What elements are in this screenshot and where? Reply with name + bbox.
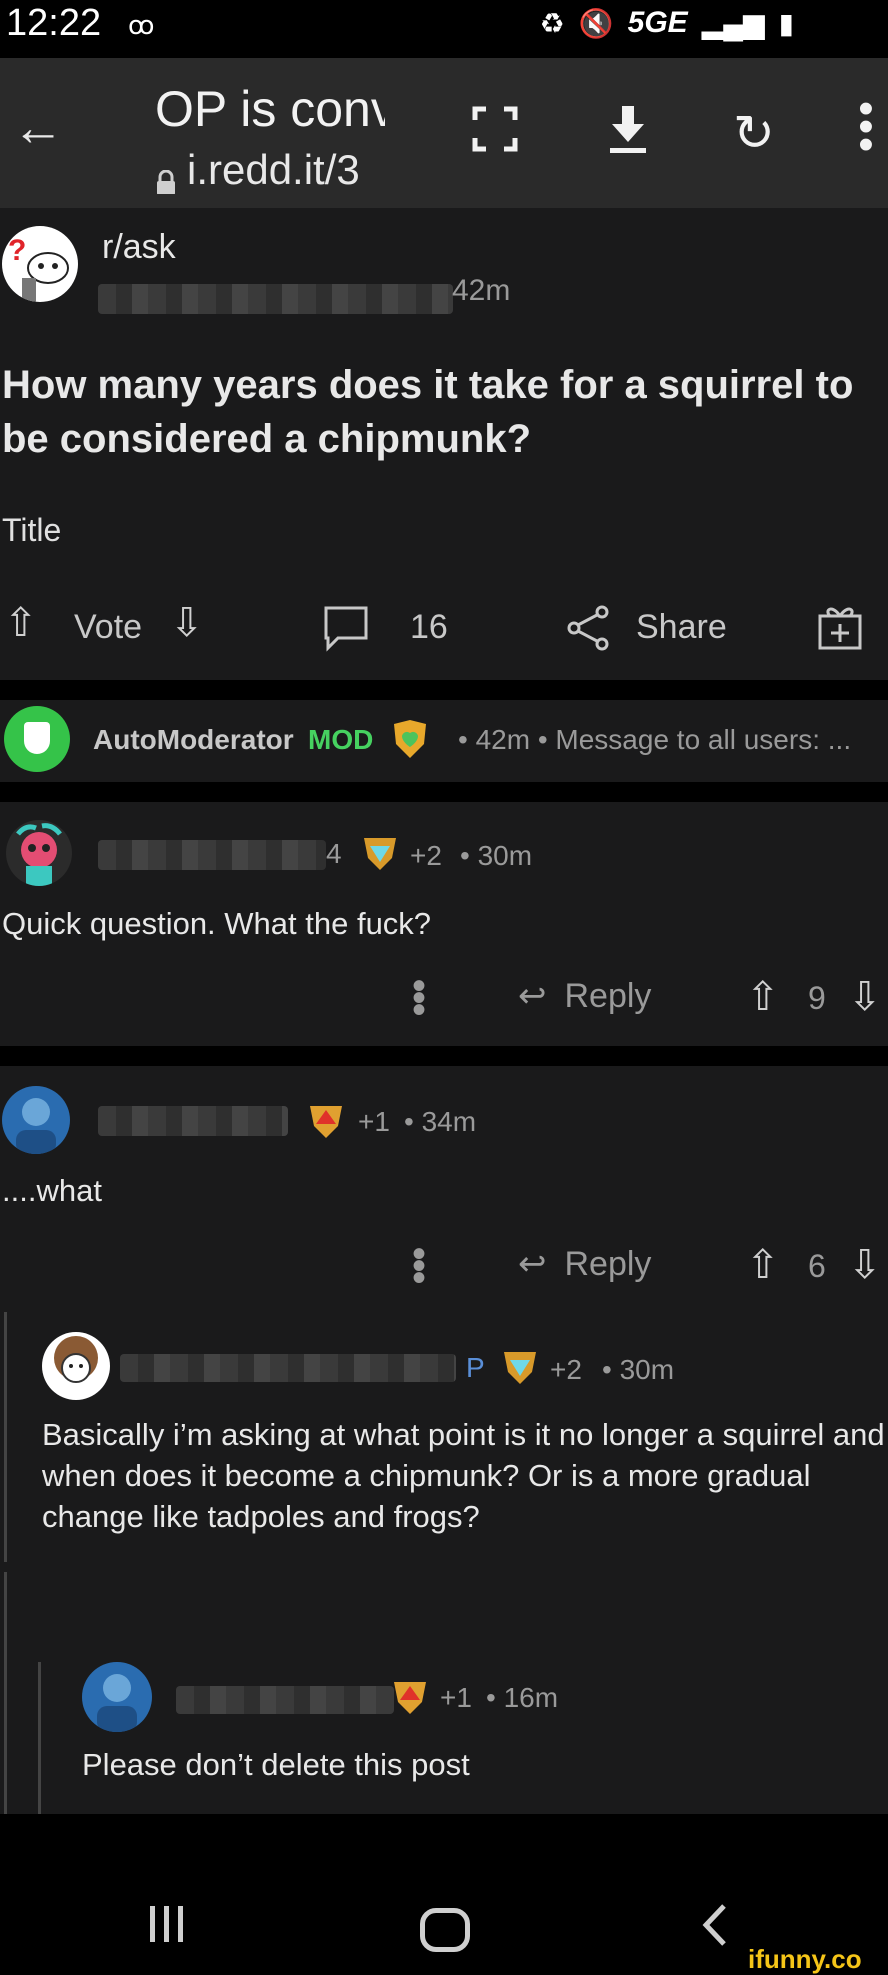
- comment-time: • 30m: [460, 840, 533, 871]
- svg-text:?: ?: [8, 234, 26, 267]
- url-bar[interactable]: i.redd.it/3: [155, 146, 390, 194]
- status-time: 12:22: [6, 2, 102, 44]
- downvote-icon[interactable]: ⇩: [170, 600, 204, 646]
- user-avatar[interactable]: [42, 1332, 110, 1400]
- subreddit-name[interactable]: r/ask: [102, 228, 176, 267]
- reply-arrow-icon: ↩: [518, 977, 547, 1015]
- fullscreen-icon[interactable]: [472, 106, 518, 152]
- user-avatar[interactable]: [2, 1086, 70, 1154]
- award-count: +2: [550, 1354, 582, 1385]
- page-title: OP is conv: [155, 81, 385, 137]
- post-author-redacted[interactable]: [98, 284, 453, 314]
- username-redacted[interactable]: [176, 1686, 394, 1714]
- comment-time: • 16m: [486, 1682, 559, 1713]
- voicemail-icon: ꝏ: [128, 10, 155, 40]
- comment-text: Please don’t delete this post: [82, 1747, 470, 1782]
- thread-line: [38, 1662, 41, 1814]
- reload-icon[interactable]: ↻: [733, 104, 775, 162]
- vote-label: Vote: [74, 608, 143, 646]
- award-icon: [364, 838, 396, 870]
- upvote-icon[interactable]: ⇧: [4, 600, 38, 646]
- more-options-icon[interactable]: •••: [412, 966, 426, 1030]
- reply-arrow-icon: ↩: [518, 1245, 547, 1283]
- username-suffix: 4: [326, 838, 342, 869]
- reply-button[interactable]: ↩ Reply: [518, 1244, 651, 1284]
- user-avatar[interactable]: [6, 820, 72, 886]
- signal-icon: ▂▄▆: [701, 7, 765, 39]
- award-gift-icon[interactable]: [816, 602, 864, 652]
- award-icon: [504, 1352, 536, 1384]
- award-count: +1: [440, 1682, 472, 1713]
- username-redacted[interactable]: [98, 840, 326, 870]
- back-arrow-icon[interactable]: ←: [12, 98, 64, 158]
- downvote-icon[interactable]: ⇩: [848, 974, 882, 1020]
- comment-text: Basically i’m asking at what point is it…: [42, 1417, 885, 1534]
- comment-score: 9: [808, 980, 826, 1016]
- post-title: How many years does it take for a squirr…: [2, 363, 854, 461]
- thread-line: [4, 1572, 7, 1814]
- post-time: 42m: [452, 274, 511, 307]
- status-icons: ♻ 🔇 5GE ▂▄▆ ▮: [540, 4, 794, 42]
- lock-icon: [155, 158, 177, 194]
- shield-icon: [24, 722, 50, 754]
- thread-line: [4, 1312, 7, 1562]
- award-icon: [310, 1106, 342, 1138]
- comment-time: • 34m: [404, 1106, 477, 1137]
- flair-badge-icon: [394, 720, 426, 758]
- battery-icon: ▮: [778, 7, 794, 39]
- home-icon[interactable]: [420, 1908, 470, 1952]
- watermark-logo: ifunny.co: [748, 1944, 862, 1974]
- upvote-icon[interactable]: ⇧: [746, 1242, 780, 1288]
- subreddit-avatar[interactable]: ?: [2, 226, 78, 302]
- reply-button[interactable]: ↩ Reply: [518, 976, 651, 1016]
- mute-icon: 🔇: [578, 7, 614, 39]
- more-options-icon[interactable]: •••: [412, 1234, 426, 1298]
- share-icon[interactable]: [564, 604, 612, 652]
- reply-label: Reply: [564, 976, 652, 1015]
- username-redacted[interactable]: [98, 1106, 288, 1136]
- comment-text: Quick question. What the fuck?: [2, 906, 432, 941]
- share-label[interactable]: Share: [636, 608, 727, 647]
- comment-time: • 30m: [602, 1354, 675, 1385]
- upvote-icon[interactable]: ⇧: [746, 974, 780, 1020]
- username-suffix: P: [466, 1352, 485, 1383]
- award-count: +2: [410, 840, 442, 871]
- comment-count: 16: [410, 608, 448, 646]
- automoderator-name[interactable]: AutoModerator: [93, 724, 294, 756]
- post-body: Title: [2, 512, 62, 548]
- mod-badge: MOD: [308, 724, 374, 755]
- automoderator-meta: • 42m • Message to all users: ...: [458, 724, 852, 755]
- network-type: 5GE: [627, 6, 688, 39]
- recycle-icon: ♻: [539, 7, 565, 39]
- nav-back-icon[interactable]: [700, 1902, 728, 1948]
- downvote-icon[interactable]: ⇩: [848, 1242, 882, 1288]
- recent-apps-icon[interactable]: [150, 1906, 194, 1942]
- comment-text: ....what: [2, 1173, 102, 1208]
- more-vert-icon[interactable]: • • •: [858, 87, 874, 167]
- comment-score: 6: [808, 1248, 826, 1284]
- award-count: +1: [358, 1106, 390, 1137]
- user-avatar[interactable]: [82, 1662, 152, 1732]
- page-url: i.redd.it/3: [187, 146, 360, 193]
- download-icon[interactable]: [608, 104, 648, 156]
- comment-icon[interactable]: [322, 604, 370, 652]
- post-actions: ⇧ Vote ⇩ 16 Share: [0, 600, 888, 656]
- reply-label: Reply: [564, 1244, 652, 1283]
- award-icon: [394, 1682, 426, 1714]
- username-redacted[interactable]: [120, 1354, 456, 1382]
